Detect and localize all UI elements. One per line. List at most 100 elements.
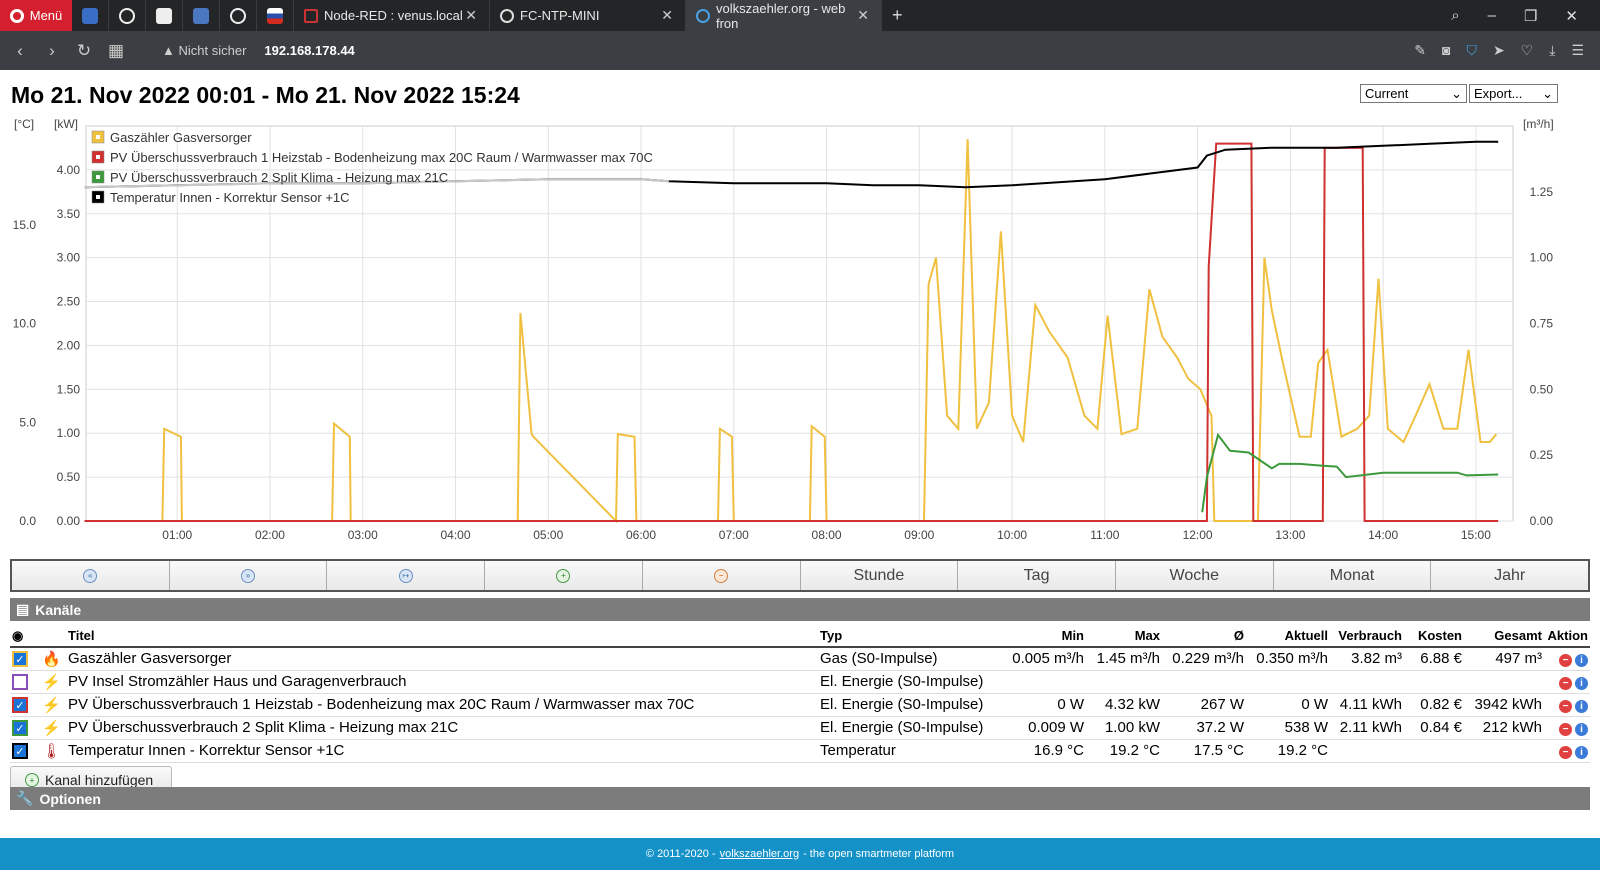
edit-icon[interactable]: ✎ [1414, 42, 1426, 59]
chart-svg[interactable]: 01:00 02:00 03:00 04:00 05:00 06:00 07:00 08:00… [0, 117, 1600, 552]
download-icon[interactable]: ⤓ [1549, 42, 1555, 59]
browser-menu-button[interactable]: Menü [0, 0, 72, 31]
address-bar: ‹ › ↻ ▦ ▲ Nicht sicher 192.168.178.44 ✎ … [0, 31, 1600, 70]
close-window-icon[interactable]: ✕ [1565, 7, 1578, 25]
close-tab-icon[interactable]: ✕ [857, 7, 869, 24]
power-tick-label: 1.00 [57, 426, 81, 440]
reload-icon[interactable]: ↻ [68, 41, 100, 61]
channel-visibility-checkbox[interactable]: ✓ [12, 697, 28, 714]
temp-tick-label: 5.0 [19, 415, 36, 429]
temp-tick-label: 10.0 [13, 317, 37, 331]
zoom-out-button[interactable]: − [642, 561, 801, 590]
range-day-button[interactable]: Tag [958, 561, 1116, 590]
channel-total: 3942 kWh [1464, 693, 1544, 717]
new-tab-button[interactable]: + [882, 5, 903, 26]
export-select[interactable]: Export... ⌄ [1469, 84, 1558, 103]
move-now-button[interactable]: ↦ [327, 561, 486, 590]
legend-entry: Temperatur Innen - Korrektur Sensor +1C [110, 190, 350, 205]
remove-channel-icon[interactable]: − [1559, 677, 1572, 690]
heart-icon[interactable]: ♡ [1521, 42, 1534, 59]
address-bar-actions: ✎ ◙ ⛉ ➤ ♡ ⤓ ☰ [1414, 42, 1600, 59]
channel-visibility-checkbox[interactable]: ✓ [12, 720, 28, 737]
eye-icon: ◉ [12, 627, 24, 643]
range-week-button[interactable]: Woche [1115, 561, 1274, 590]
x-tick-label: 08:00 [812, 528, 842, 542]
channel-type: El. Energie (S0-Impulse) [818, 716, 998, 740]
info-icon[interactable]: i [1575, 677, 1588, 690]
mode-select[interactable]: Current ⌄ [1360, 84, 1467, 103]
range-month-button[interactable]: Monat [1273, 561, 1432, 590]
tab-fc-ntp-mini[interactable]: FC-NTP-MINI ✕ [490, 0, 686, 31]
camera-icon[interactable]: ◙ [1442, 42, 1450, 59]
channel-cost [1404, 739, 1464, 763]
gas-tick-label: 0.75 [1530, 317, 1554, 331]
pinned-tab[interactable] [72, 0, 109, 31]
visibility-header: ◉ [10, 625, 40, 648]
minimize-icon[interactable]: – [1488, 7, 1496, 25]
pinned-tab[interactable] [146, 0, 183, 31]
x-tick-label: 14:00 [1368, 528, 1398, 542]
channel-type: El. Energie (S0-Impulse) [818, 670, 998, 694]
gas-tick-label: 0.50 [1530, 382, 1554, 396]
channel-total: 212 kWh [1464, 716, 1544, 740]
url-field[interactable]: 192.168.178.44 [264, 43, 354, 58]
footer: © 2011-2020 - volkszaehler.org - the ope… [0, 838, 1600, 870]
tabs-grid-icon[interactable]: ▦ [100, 41, 132, 61]
back-icon[interactable]: ‹ [4, 41, 36, 61]
legend-swatch-dot [96, 175, 100, 179]
chart[interactable]: 01:00 02:00 03:00 04:00 05:00 06:00 07:00 08:00… [0, 117, 1600, 552]
shield-icon[interactable]: ⛉ [1466, 42, 1477, 59]
x-tick-label: 07:00 [719, 528, 749, 542]
wrench-icon: 🔧 [16, 790, 34, 806]
channel-min: 0.005 m³/h [998, 647, 1086, 671]
pinned-tab[interactable] [183, 0, 220, 31]
channel-total [1464, 739, 1544, 763]
remove-channel-icon[interactable]: − [1559, 723, 1572, 736]
search-icon[interactable]: ⌕ [1451, 7, 1459, 25]
info-icon[interactable]: i [1575, 654, 1588, 668]
channel-visibility-checkbox[interactable]: ✓ [12, 743, 28, 760]
close-tab-icon[interactable]: ✕ [661, 7, 673, 24]
info-icon[interactable]: i [1575, 700, 1588, 713]
remove-channel-icon[interactable]: − [1559, 746, 1572, 759]
channel-max [1086, 670, 1162, 694]
pinned-tab[interactable] [257, 0, 294, 31]
channel-min [998, 670, 1086, 694]
tab-volkszaehler[interactable]: volkszaehler.org - web fron ✕ [686, 0, 882, 31]
channels-header[interactable]: ▤ Kanäle [10, 598, 1590, 621]
legend-swatch-dot [96, 155, 100, 159]
total-header: Gesamt [1464, 625, 1544, 648]
range-hour-button[interactable]: Stunde [800, 561, 959, 590]
options-header[interactable]: 🔧 Optionen [10, 787, 1590, 810]
volkszaehler-link[interactable]: volkszaehler.org [720, 848, 800, 860]
channel-visibility-checkbox[interactable]: ✓ [12, 651, 28, 668]
temp-tick-label: 0.0 [19, 514, 36, 528]
pinned-tab[interactable] [220, 0, 257, 31]
info-icon[interactable]: i [1575, 746, 1588, 759]
zoom-in-button[interactable]: + [485, 561, 643, 590]
info-icon[interactable]: i [1575, 723, 1588, 736]
x-tick-label: 04:00 [440, 528, 470, 542]
move-forward-button[interactable]: » [169, 561, 328, 590]
x-tick-label: 15:00 [1461, 528, 1491, 542]
forward-icon[interactable]: › [36, 41, 68, 61]
remove-channel-icon[interactable]: − [1559, 700, 1572, 713]
pinned-tab[interactable] [109, 0, 146, 31]
gauge-icon [696, 8, 710, 23]
security-warning[interactable]: ▲ Nicht sicher [162, 43, 246, 58]
send-icon[interactable]: ➤ [1493, 42, 1505, 59]
power-tick-label: 0.50 [57, 470, 81, 484]
thermometer-icon: 🌡 [42, 742, 62, 760]
channel-visibility-checkbox[interactable] [12, 674, 28, 691]
close-tab-icon[interactable]: ✕ [465, 7, 477, 24]
menu-icon[interactable]: ☰ [1571, 42, 1584, 59]
tab-node-red[interactable]: Node-RED : venus.local ✕ [294, 0, 490, 31]
pinned-tab-icon [156, 7, 172, 24]
table-row: ✓ 🌡 Temperatur Innen - Korrektur Sensor +1… [10, 739, 1590, 763]
gas-tick-label: 0.25 [1530, 448, 1554, 462]
move-back-button[interactable]: « [12, 561, 170, 590]
range-year-button[interactable]: Jahr [1431, 561, 1589, 590]
channel-type: El. Energie (S0-Impulse) [818, 693, 998, 717]
restore-icon[interactable]: ❐ [1524, 7, 1537, 25]
remove-channel-icon[interactable]: − [1559, 654, 1572, 668]
